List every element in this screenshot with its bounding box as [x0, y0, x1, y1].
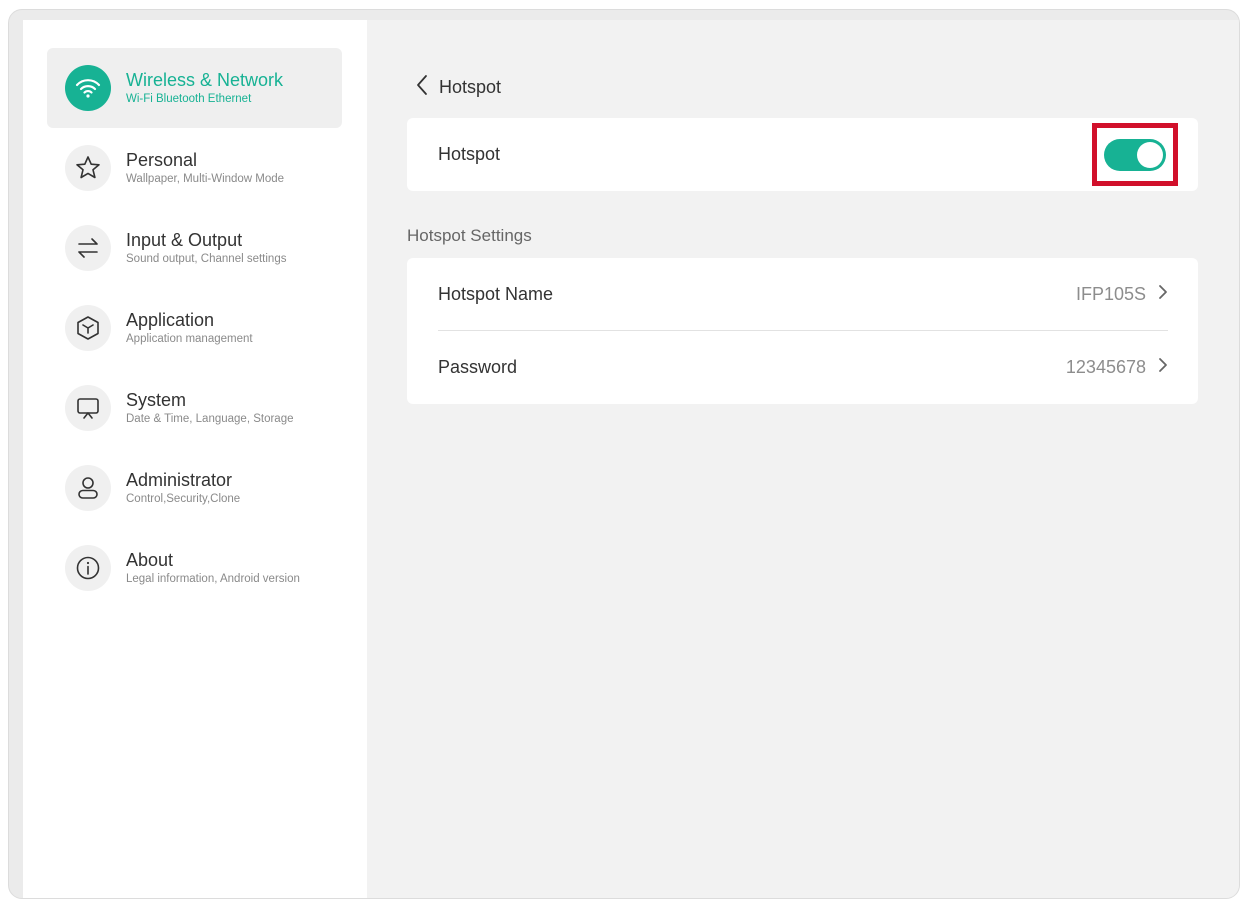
- sidebar-item-input-output[interactable]: Input & Output Sound output, Channel set…: [47, 208, 342, 288]
- chevron-left-icon: [415, 74, 429, 101]
- sidebar-item-label: Application: [126, 310, 215, 330]
- sidebar-item-subtitle: Sound output, Channel settings: [126, 253, 287, 265]
- toggle-knob: [1137, 141, 1163, 168]
- setting-label: Password: [438, 357, 518, 377]
- star-icon: [65, 145, 111, 191]
- sidebar-item-label: System: [126, 390, 187, 410]
- section-header-hotspot-settings: Hotspot Settings: [407, 226, 532, 245]
- setting-row-hotspot-name[interactable]: Hotspot Name IFP105S: [407, 258, 1198, 331]
- setting-value: 12345678: [1065, 357, 1146, 377]
- info-icon: [65, 545, 111, 591]
- wifi-icon: [65, 65, 111, 111]
- sidebar-item-label: Wireless & Network: [126, 70, 284, 90]
- sidebar-item-label: Personal: [126, 150, 198, 170]
- sidebar-item-subtitle: Wallpaper, Multi-Window Mode: [126, 173, 285, 185]
- sidebar-item-subtitle: Control,Security,Clone: [126, 493, 241, 505]
- toggle-highlight-box: [1092, 123, 1178, 186]
- setting-label: Hotspot Name: [438, 284, 554, 304]
- sidebar-item-application[interactable]: Application Application management: [47, 288, 342, 368]
- setting-value: IFP105S: [1075, 284, 1146, 304]
- sidebar-item-subtitle: Application management: [126, 333, 253, 345]
- back-button[interactable]: Hotspot: [415, 74, 501, 101]
- sidebar-item-subtitle: Wi-Fi Bluetooth Ethernet: [126, 93, 252, 105]
- sidebar-item-system[interactable]: System Date & Time, Language, Storage: [47, 368, 342, 448]
- sidebar-item-administrator[interactable]: Administrator Control,Security,Clone: [47, 448, 342, 528]
- swap-arrows-icon: [65, 225, 111, 271]
- sidebar-item-about[interactable]: About Legal information, Android version: [47, 528, 342, 608]
- chevron-right-icon: [1158, 284, 1168, 305]
- sidebar-item-wireless-network[interactable]: Wireless & Network Wi-Fi Bluetooth Ether…: [47, 48, 342, 128]
- main-panel: Hotspot Hotspot Hotspot Settings Hotspot…: [367, 20, 1239, 898]
- sidebar-item-subtitle: Legal information, Android version: [126, 573, 300, 585]
- setting-row-password[interactable]: Password 12345678: [407, 331, 1198, 404]
- sidebar-item-label: About: [126, 550, 174, 570]
- hotspot-toggle-label: Hotspot: [438, 144, 501, 164]
- settings-window: Wireless & Network Wi-Fi Bluetooth Ether…: [8, 9, 1240, 899]
- hotspot-toggle-switch[interactable]: [1104, 138, 1166, 171]
- user-icon: [65, 465, 111, 511]
- sidebar: Wireless & Network Wi-Fi Bluetooth Ether…: [23, 20, 367, 898]
- page-title: Hotspot: [439, 77, 502, 97]
- monitor-icon: [65, 385, 111, 431]
- sidebar-item-subtitle: Date & Time, Language, Storage: [126, 413, 294, 425]
- hotspot-toggle-row[interactable]: Hotspot: [407, 118, 1198, 191]
- sidebar-item-personal[interactable]: Personal Wallpaper, Multi-Window Mode: [47, 128, 342, 208]
- sidebar-item-label: Administrator: [126, 470, 233, 490]
- hotspot-toggle-card: Hotspot: [407, 118, 1198, 191]
- chevron-right-icon: [1158, 357, 1168, 378]
- hotspot-settings-card: Hotspot Name IFP105S Password 12345678: [407, 258, 1198, 404]
- sidebar-item-label: Input & Output: [126, 230, 243, 250]
- cube-icon: [65, 305, 111, 351]
